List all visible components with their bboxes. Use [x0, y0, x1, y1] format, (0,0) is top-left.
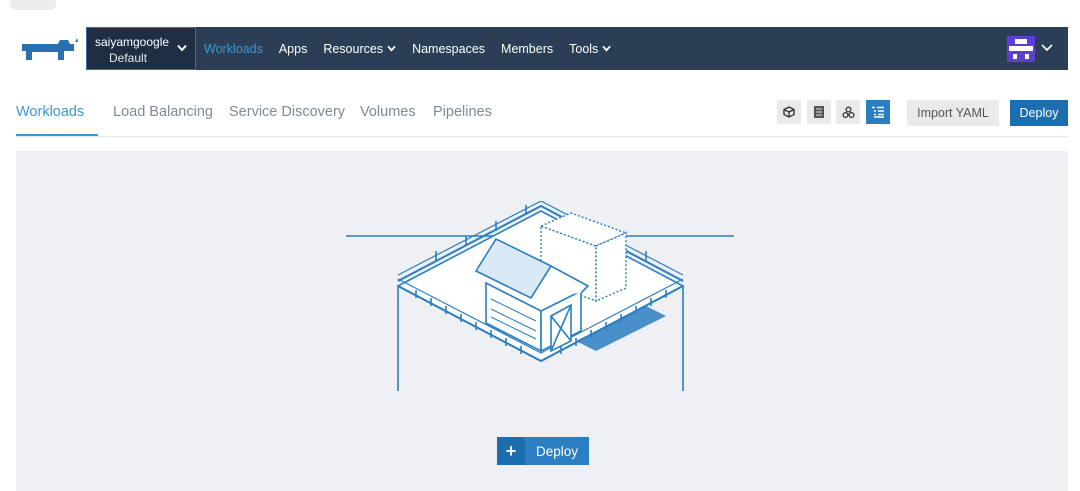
nav-tools[interactable]: Tools	[569, 42, 611, 56]
nav-namespaces[interactable]: Namespaces	[412, 42, 485, 56]
tab-load-balancing[interactable]: Load Balancing	[113, 104, 213, 120]
nav-apps-label: Apps	[278, 41, 308, 56]
farm-barn-illustration	[346, 201, 734, 391]
main-menu: Workloads Apps Resources Namespaces Memb…	[204, 27, 611, 70]
empty-state-deploy-button[interactable]: + Deploy	[497, 437, 589, 465]
nav-workloads-label: Workloads	[204, 41, 263, 56]
plus-icon: +	[497, 437, 525, 465]
nav-resources-label: Resources	[323, 41, 384, 56]
project-name: Default	[109, 51, 148, 65]
view-tree-list-button[interactable]	[866, 100, 890, 124]
nav-tools-label: Tools	[569, 41, 599, 56]
active-tab-indicator	[16, 134, 98, 136]
view-list-button[interactable]	[807, 100, 831, 124]
tab-volumes[interactable]: Volumes	[360, 104, 416, 120]
tree-list-icon	[872, 106, 884, 118]
chevron-down-icon	[602, 45, 611, 52]
nav-resources[interactable]: Resources	[323, 42, 396, 56]
nav-namespaces-label: Namespaces	[412, 41, 486, 56]
tab-service-discovery[interactable]: Service Discovery	[229, 104, 345, 120]
rancher-logo[interactable]	[16, 27, 86, 70]
nav-apps[interactable]: Apps	[279, 42, 308, 56]
chevron-down-icon	[387, 45, 396, 52]
nav-members-label: Members	[501, 41, 554, 56]
empty-state-panel: + Deploy	[16, 151, 1068, 491]
view-cube-button[interactable]	[777, 100, 801, 124]
tab-workloads[interactable]: Workloads	[16, 104, 84, 120]
cluster-icon	[841, 105, 855, 118]
chevron-down-icon	[177, 44, 187, 52]
deploy-button[interactable]: Deploy	[1010, 100, 1068, 126]
project-context-switcher[interactable]: saiyamgoogle Default	[86, 27, 196, 70]
nav-members[interactable]: Members	[501, 42, 553, 56]
user-avatar-icon[interactable]	[1007, 36, 1035, 62]
cube-icon	[783, 106, 795, 118]
empty-state-deploy-label: Deploy	[535, 443, 579, 459]
chevron-down-icon[interactable]	[1041, 43, 1053, 52]
tab-pipelines[interactable]: Pipelines	[433, 104, 492, 120]
nav-workloads[interactable]: Workloads	[204, 42, 263, 56]
cluster-name: saiyamgoogle	[95, 35, 170, 49]
view-cluster-button[interactable]	[836, 100, 860, 124]
top-browser-chip	[10, 0, 56, 10]
import-yaml-button[interactable]: Import YAML	[907, 100, 999, 126]
top-navbar: saiyamgoogle Default Workloads Apps Reso…	[16, 27, 1068, 70]
list-icon	[814, 106, 824, 118]
